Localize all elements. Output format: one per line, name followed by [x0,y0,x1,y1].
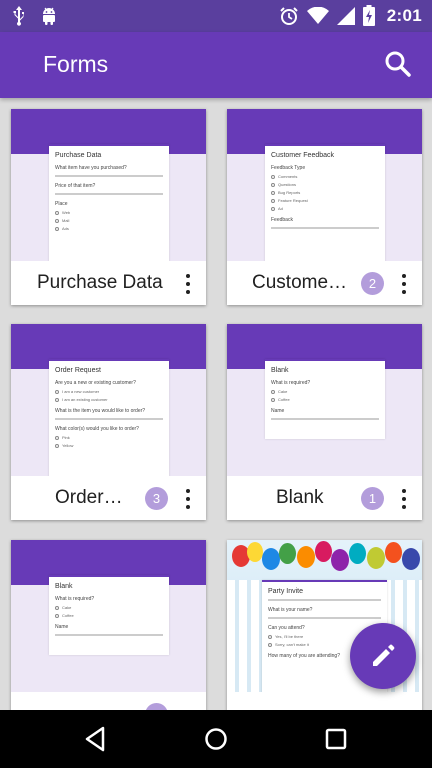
form-thumbnail: Blank What is required? Cake Coffee Name [227,324,422,476]
forms-grid: Purchase Data What item have you purchas… [0,98,432,710]
preview-question: What is required? [271,380,311,386]
preview-option: Coffee [55,613,163,618]
preview-title: Customer Feedback [271,152,335,159]
preview-question: Name [271,408,285,414]
usb-icon [13,6,24,26]
form-card-blank[interactable]: Blank What is required? Cake Coffee Name… [227,324,422,520]
new-form-fab[interactable] [350,623,416,689]
preview-option: I am an existing customer [55,397,163,402]
preview-option: Ad [271,206,379,211]
form-thumbnail: Order Request Are you a new or existing … [11,324,206,476]
navigation-bar [0,710,432,768]
preview-title: Blank [271,367,289,374]
response-count-badge: 1 [361,487,384,510]
status-bar: 2:01 [0,0,432,32]
preview-option: Coffee [271,397,379,402]
form-thumbnail: Purchase Data What item have you purchas… [11,109,206,261]
recents-icon[interactable] [321,724,351,754]
preview-question: What is the item you would like to order… [55,408,146,414]
preview-title: Blank [55,583,73,590]
alarm-icon [280,6,298,25]
preview-title: Party Invite [268,588,304,595]
back-icon[interactable] [81,724,111,754]
preview-option: Web [55,210,163,215]
preview-question: Place [55,201,68,207]
more-options-icon[interactable] [394,485,414,513]
preview-option: I am a new customer [55,389,163,394]
more-options-icon[interactable] [178,485,198,513]
preview-option: Cake [271,389,379,394]
page-title: Forms [43,51,109,77]
preview-option: Questions [271,182,379,187]
battery-charging-icon [362,5,375,26]
preview-option: Cake [55,605,163,610]
status-clock: 2:01 [386,5,422,25]
form-title: Purchase Data [37,272,163,293]
form-card-customer-feedback[interactable]: Customer Feedback Feedback Type Comments… [227,109,422,305]
preview-question: Price of that item? [55,183,96,189]
form-title: Order… [55,487,123,508]
preview-option: Yellow [55,443,163,448]
more-options-icon[interactable] [394,270,414,298]
app-bar: Forms [0,32,432,98]
preview-option: Bug Reports [271,190,379,195]
form-card-blank-copy[interactable]: Blank What is required? Cake Coffee Name [11,540,206,710]
form-title: Customer… [252,272,352,293]
preview-question: What item have you purchased? [55,165,127,171]
preview-question: Name [55,624,69,630]
more-options-icon[interactable] [178,270,198,298]
edit-pencil-icon [373,644,395,666]
preview-question: What color(s) would you like to order? [55,426,139,432]
signal-icon [336,6,355,25]
preview-title: Purchase Data [55,152,102,159]
preview-option: Pink [55,435,163,440]
form-card-purchase-data[interactable]: Purchase Data What item have you purchas… [11,109,206,305]
form-thumbnail: Customer Feedback Feedback Type Comments… [227,109,422,261]
preview-option: Ads [55,226,163,231]
preview-question: Feedback [271,217,293,223]
response-count-badge [145,703,168,710]
form-card-order-request[interactable]: Order Request Are you a new or existing … [11,324,206,520]
form-title: Blank [276,487,324,508]
response-count-badge: 2 [361,272,384,295]
preview-question: What is your name? [268,607,313,613]
response-count-badge: 3 [145,487,168,510]
preview-option: Feature Request [271,198,379,203]
preview-question: What is required? [55,596,95,602]
preview-question: Feedback Type [271,165,306,171]
search-icon[interactable] [382,48,414,80]
preview-option: Mall [55,218,163,223]
preview-title: Order Request [55,367,101,374]
form-thumbnail: Blank What is required? Cake Coffee Name [11,540,206,692]
preview-option: Comments [271,174,379,179]
android-icon [43,7,55,25]
home-icon[interactable] [201,724,231,754]
preview-question: Are you a new or existing customer? [55,380,136,386]
wifi-icon [306,6,329,24]
